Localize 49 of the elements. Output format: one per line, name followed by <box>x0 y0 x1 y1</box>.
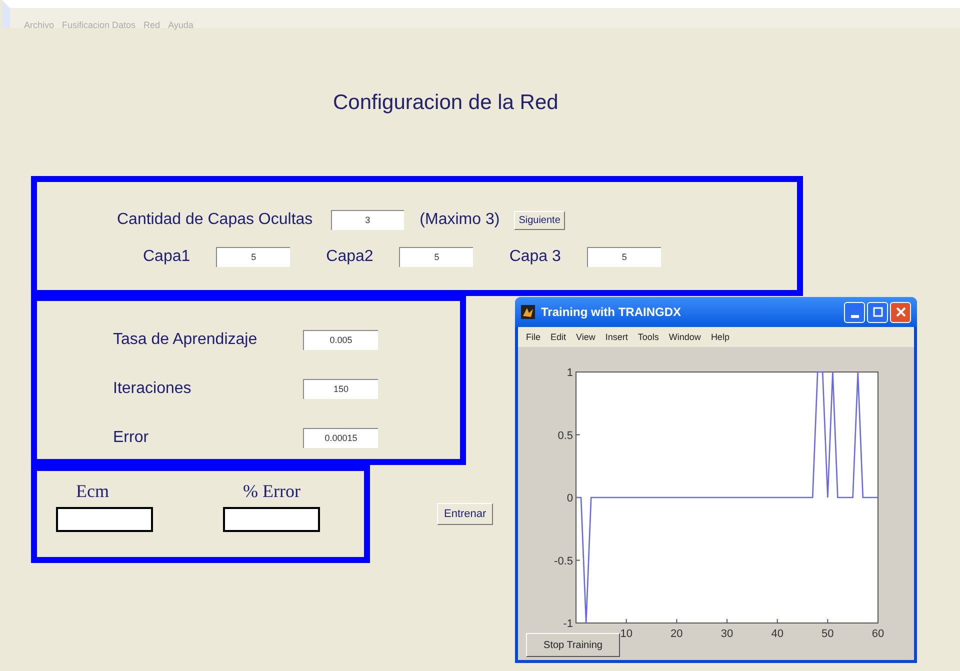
input-field[interactable]: 5 <box>216 247 290 267</box>
y-tick-label: 0 <box>566 492 573 504</box>
app-icon <box>521 305 535 319</box>
menu-item[interactable]: View <box>576 332 596 342</box>
y-tick-label: -0.5 <box>554 555 573 568</box>
window-title: Training with TRAINGDX <box>541 305 682 319</box>
menu-item[interactable]: File <box>526 332 541 342</box>
stop-training-button[interactable]: Stop Training <box>526 633 620 657</box>
y-tick-label: 1 <box>566 367 573 379</box>
input-field[interactable]: 3 <box>330 210 404 230</box>
close-icon <box>896 307 906 317</box>
output-field[interactable] <box>56 507 153 532</box>
x-tick-label: 40 <box>771 628 784 640</box>
field-label: Capa 3 <box>509 248 561 266</box>
menu-item[interactable]: Edit <box>550 332 566 342</box>
field-label: Tasa de Aprendizaje <box>113 330 258 348</box>
field-label: Capa1 <box>143 248 190 266</box>
train-button[interactable]: Entrenar <box>437 503 494 525</box>
y-tick-label: 0.5 <box>558 430 573 442</box>
x-tick-label: 30 <box>720 628 734 640</box>
menu-item[interactable]: Tools <box>638 332 659 342</box>
x-tick-label: 10 <box>620 628 632 640</box>
field-label: Error <box>113 428 150 446</box>
x-tick-label: 60 <box>872 628 884 640</box>
y-tick-label: -1 <box>563 618 573 630</box>
input-field[interactable]: 150 <box>303 378 378 398</box>
input-field[interactable]: 0.005 <box>303 330 378 350</box>
next-button[interactable]: Siguiente <box>514 210 566 230</box>
field-label: Ecm <box>76 481 110 503</box>
field-label: Iteraciones <box>113 380 192 398</box>
field-label: Cantidad de Capas Ocultas <box>117 211 313 229</box>
output-field[interactable] <box>223 507 320 532</box>
menu-item[interactable]: Help <box>710 332 730 342</box>
field-label: % Error <box>243 481 302 503</box>
field-label: (Maximo 3) <box>420 211 500 229</box>
menu-item[interactable]: Insert <box>605 332 628 342</box>
menu-item[interactable]: Window <box>668 332 701 342</box>
input-field[interactable]: 5 <box>586 247 661 267</box>
input-field[interactable]: 0.00015 <box>303 428 378 448</box>
minimize-icon <box>850 314 858 318</box>
field-label: Capa2 <box>326 248 374 266</box>
x-tick-label: 20 <box>670 628 683 640</box>
maximize-icon <box>872 307 882 317</box>
maximize-button[interactable] <box>867 302 888 322</box>
x-tick-label: 50 <box>822 628 834 640</box>
page-title: Configuracion de la Red <box>333 91 560 116</box>
input-field[interactable]: 5 <box>399 247 474 267</box>
minimize-button[interactable] <box>844 302 865 322</box>
close-button[interactable] <box>890 302 911 322</box>
